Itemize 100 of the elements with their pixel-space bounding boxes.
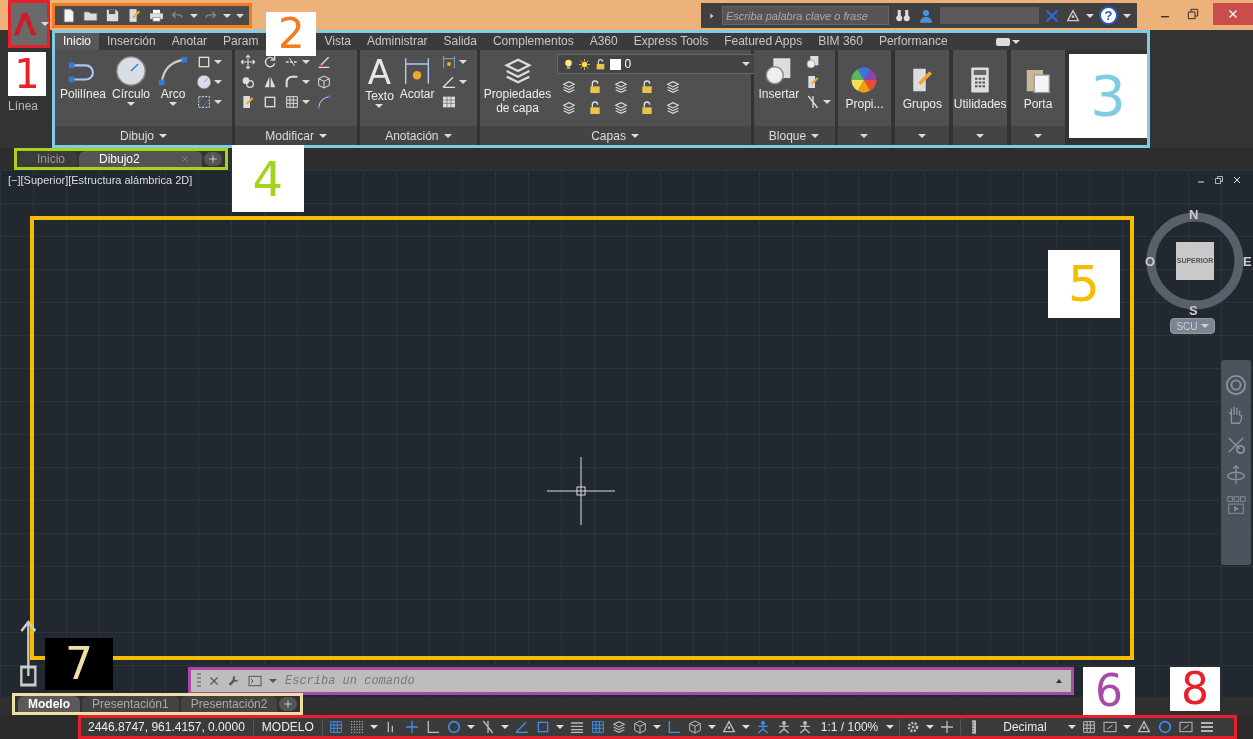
layout-tab[interactable]: Presentación1 xyxy=(82,696,179,712)
prompt-icon[interactable] xyxy=(247,673,263,689)
layers-icon[interactable] xyxy=(612,79,629,95)
help-button[interactable]: ? xyxy=(1099,6,1118,25)
grid-icon[interactable] xyxy=(284,94,300,110)
table-icon[interactable] xyxy=(440,94,457,110)
ribbon-button[interactable]: Porta xyxy=(1011,50,1065,126)
move-arrows-icon[interactable] xyxy=(240,54,256,70)
circle-icon[interactable] xyxy=(445,719,462,735)
ribbon-tab[interactable]: A360 xyxy=(581,33,626,50)
steering-wheel-icon[interactable] xyxy=(1225,374,1247,396)
orbit-arrows-icon[interactable] xyxy=(1225,464,1247,486)
cube-icon[interactable] xyxy=(631,719,648,735)
ribbon-button[interactable]: Acotar xyxy=(399,54,435,102)
file-tab[interactable]: Dibujo2 xyxy=(79,151,202,167)
layers-icon[interactable] xyxy=(664,79,681,95)
ribbon-tab[interactable]: Anotar xyxy=(163,33,216,50)
ribbon-button[interactable]: Utilidades xyxy=(953,50,1008,126)
layer-dropdown[interactable]: 0 xyxy=(556,54,755,74)
angle-icon[interactable] xyxy=(440,74,457,90)
grid-icon[interactable] xyxy=(327,719,344,735)
new-tab-button[interactable] xyxy=(203,152,222,166)
wrench-icon[interactable] xyxy=(227,674,241,688)
layers-icon[interactable] xyxy=(610,719,627,735)
ribbon-button[interactable]: Insertar xyxy=(758,54,800,102)
restore-icon[interactable] xyxy=(1213,174,1225,186)
ribbon-tab[interactable]: Express Tools xyxy=(625,33,717,50)
close-icon[interactable] xyxy=(1231,174,1243,186)
ribbon-tab[interactable]: Inicio xyxy=(55,33,99,50)
new-layout-button[interactable] xyxy=(279,697,298,711)
ribbon-button[interactable]: Arco xyxy=(156,54,191,106)
ribbon-button[interactable]: Propi... xyxy=(837,50,892,126)
ribbon-tab[interactable]: Administrar xyxy=(358,33,436,50)
ribbon-tab[interactable]: Salida xyxy=(435,33,485,50)
ribbon-button[interactable]: Polilínea xyxy=(60,54,107,102)
grid-icon[interactable] xyxy=(1080,719,1097,735)
fillet-icon[interactable] xyxy=(284,74,300,90)
callout-number: 6 xyxy=(1083,667,1135,715)
layers-icon[interactable] xyxy=(560,79,577,95)
page-pencil-icon[interactable] xyxy=(240,94,256,110)
ribbon-button[interactable]: Propiedades de capa xyxy=(484,54,551,116)
ribbon-button[interactable]: Grupos xyxy=(895,50,950,126)
triangle-nodes-icon[interactable] xyxy=(1135,719,1152,735)
square-icon[interactable] xyxy=(262,94,278,110)
panel-title[interactable]: Capas xyxy=(591,126,626,145)
fullscreen-icon[interactable] xyxy=(1101,719,1118,735)
cube-icon[interactable] xyxy=(686,719,703,735)
layers-icon[interactable] xyxy=(612,100,629,116)
layers-icon[interactable] xyxy=(664,100,681,116)
callout-number: 7 xyxy=(45,638,113,690)
ribbon-tab[interactable]: Performance xyxy=(870,33,956,50)
viewport-label[interactable]: [−][Superior][Estructura alámbrica 2D] xyxy=(8,172,193,189)
search-field[interactable]: Escriba palabra clave o frase xyxy=(722,6,889,25)
layers-icon[interactable] xyxy=(560,100,577,116)
circles-icon[interactable] xyxy=(240,74,256,90)
fullscreen-icon[interactable] xyxy=(1177,719,1194,735)
caret-icon[interactable] xyxy=(269,679,277,683)
brush-icon[interactable] xyxy=(316,54,332,70)
circle-icon[interactable] xyxy=(196,74,213,90)
layout-tab[interactable]: Modelo xyxy=(18,696,80,712)
layout-tab[interactable]: Presentación2 xyxy=(180,696,278,712)
angle-icon[interactable] xyxy=(513,719,530,735)
ribbon-tab[interactable]: BIM 360 xyxy=(810,33,871,50)
ribbon-button[interactable]: Círculo xyxy=(112,54,151,106)
annotation-scale-button[interactable]: 1:1 / 100% xyxy=(817,718,882,736)
menu-icon[interactable] xyxy=(1198,719,1215,735)
model-space-button[interactable]: MODELO xyxy=(258,718,317,736)
ribbon-tab[interactable]: Vista xyxy=(316,33,359,50)
compass-letter: S xyxy=(1189,304,1198,317)
grid-icon[interactable] xyxy=(589,719,606,735)
callout-number: 4 xyxy=(231,145,304,212)
ribbon-tab[interactable]: Inserción xyxy=(99,33,164,50)
printer-icon[interactable] xyxy=(148,7,165,24)
ribbon-tab[interactable]: Complementos xyxy=(484,33,582,50)
lines-icon[interactable] xyxy=(568,719,585,735)
arc-icon[interactable] xyxy=(316,94,332,110)
triangle-nodes-icon[interactable] xyxy=(720,719,737,735)
file-tab[interactable]: Inicio xyxy=(17,151,77,167)
panel-toggle-icon[interactable] xyxy=(995,37,1010,46)
units-dropdown[interactable]: Decimal xyxy=(987,718,1063,736)
hatched-square-icon[interactable] xyxy=(196,94,213,110)
plus-icon xyxy=(207,154,218,164)
plus-icon[interactable] xyxy=(939,719,956,735)
circle-icon[interactable] xyxy=(1156,719,1173,735)
plus-icon[interactable] xyxy=(403,719,420,735)
ribbon-button[interactable]: A Texto xyxy=(365,54,394,108)
grip-handle[interactable] xyxy=(197,673,201,689)
user-name-field[interactable] xyxy=(939,7,1040,24)
ribbon-tab[interactable]: Featured Apps xyxy=(716,33,811,50)
triangle-nodes-icon[interactable] xyxy=(1065,7,1082,24)
dimension-icon[interactable] xyxy=(440,54,457,70)
rotate-icon[interactable] xyxy=(262,54,278,70)
crosshair-cursor xyxy=(547,457,615,525)
panel-title[interactable]: Dibujo xyxy=(119,126,154,145)
cube-icon[interactable] xyxy=(316,74,332,90)
command-input[interactable]: Escriba un comando xyxy=(283,671,1047,691)
dot-grid-icon[interactable] xyxy=(348,719,365,735)
restore-icon[interactable] xyxy=(1185,6,1201,22)
ribbon-tab[interactable]: Param xyxy=(215,33,267,50)
ribbon-button-label[interactable]: Línea xyxy=(8,97,39,115)
